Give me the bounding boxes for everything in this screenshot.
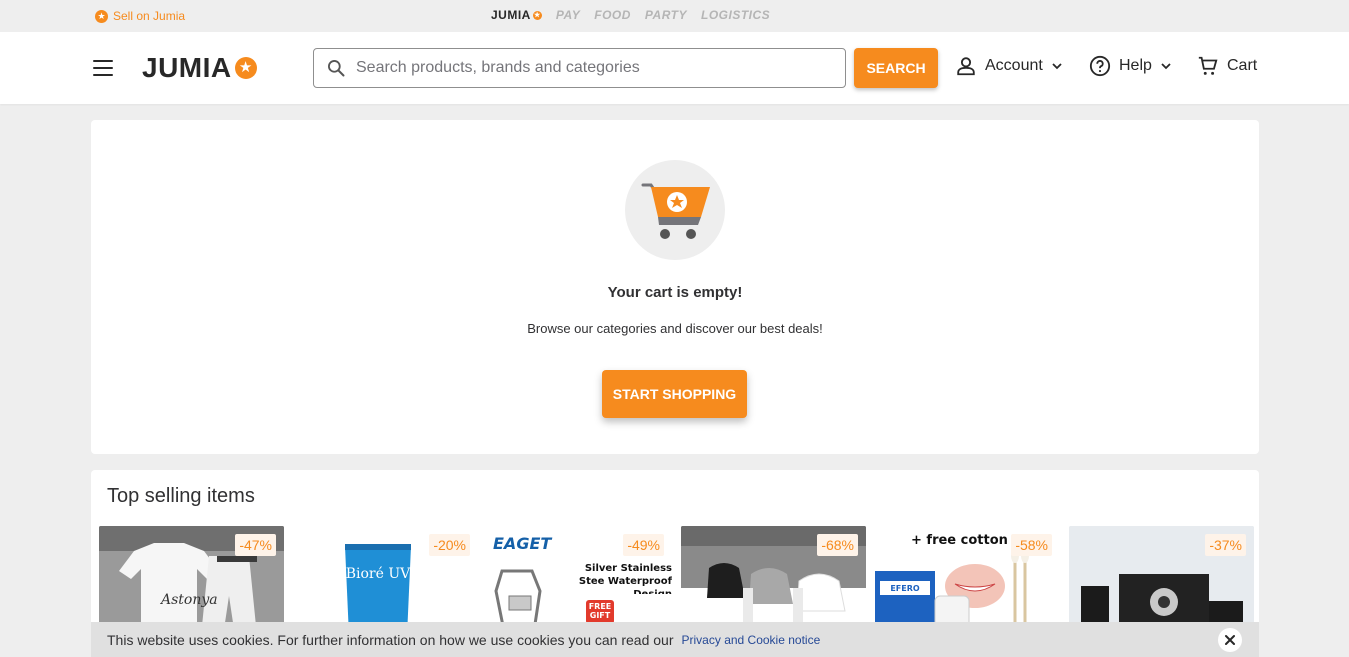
brand-food-label: FOOD — [594, 8, 631, 22]
chevron-down-icon — [1161, 63, 1171, 70]
empty-cart-illustration — [625, 160, 725, 260]
brand-links: JUMIA ★ PAY FOOD PARTY LOGISTICS — [491, 8, 770, 22]
discount-badge: -49% — [623, 534, 664, 556]
product-brand: EAGET — [493, 534, 552, 553]
product-card[interactable]: EAGET Silver Stainless Stee Waterproof D… — [487, 526, 672, 636]
search-icon — [328, 59, 345, 77]
discount-badge: -20% — [429, 534, 470, 556]
logo-text: JUMIA — [142, 52, 232, 83]
discount-badge: -37% — [1205, 534, 1246, 556]
search-box — [313, 48, 846, 88]
brand-food[interactable]: FOOD — [594, 8, 631, 22]
discount-badge: -68% — [817, 534, 858, 556]
search-button[interactable]: SEARCH — [854, 48, 938, 88]
help-label: Help — [1119, 57, 1152, 74]
section-title: Top selling items — [107, 485, 255, 507]
brand-party-label: PARTY — [644, 8, 687, 22]
discount-badge: -58% — [1011, 534, 1052, 556]
chevron-down-icon — [1052, 63, 1062, 70]
account-label: Account — [985, 57, 1043, 74]
brand-logistics-label: LOGISTICS — [700, 8, 771, 22]
search-input[interactable] — [356, 59, 836, 77]
brand-pay[interactable]: PAY — [556, 8, 580, 22]
star-icon: ★ — [532, 10, 542, 20]
product-card[interactable]: -37% — [1069, 526, 1254, 636]
star-icon: ★ — [234, 57, 257, 79]
menu-icon[interactable] — [93, 60, 113, 76]
brand-party[interactable]: PARTY — [645, 8, 687, 22]
star-icon: ★ — [95, 9, 108, 23]
empty-cart-card: Your cart is empty! Browse our categorie… — [91, 120, 1259, 454]
brand-jumia-label: JUMIA — [491, 8, 531, 22]
empty-cart-subtitle: Browse our categories and discover our b… — [527, 321, 823, 336]
brand-jumia[interactable]: JUMIA ★ — [491, 8, 542, 22]
sell-label: Sell on Jumia — [113, 9, 186, 23]
empty-cart-icon — [641, 183, 710, 239]
product-image-text: Astonya — [159, 592, 218, 608]
product-card[interactable]: -68% — [681, 526, 866, 636]
user-icon — [957, 57, 975, 76]
cart-icon — [1198, 56, 1218, 75]
cookie-banner: This website uses cookies. For further i… — [91, 622, 1259, 657]
cookie-text: This website uses cookies. For further i… — [107, 631, 674, 648]
empty-cart-title: Your cart is empty! — [607, 284, 743, 301]
cart-label: Cart — [1227, 57, 1258, 74]
help-menu[interactable]: Help — [1089, 55, 1172, 77]
product-caption: Silver Stainless Stee Waterproof Design — [578, 563, 672, 594]
privacy-cookie-link[interactable]: Privacy and Cookie notice — [682, 633, 821, 647]
jumia-logo[interactable]: JUMIA ★ — [142, 52, 257, 84]
product-card[interactable]: Astonya -47% — [99, 526, 284, 636]
header: JUMIA ★ SEARCH Account Help Cart — [0, 32, 1349, 104]
product-brand: EFERO — [890, 584, 920, 593]
top-strip: ★ Sell on Jumia JUMIA ★ PAY FOOD PARTY LO… — [0, 0, 1349, 32]
product-image-text: Bioré UV — [346, 566, 411, 582]
brand-pay-label: PAY — [555, 8, 581, 22]
free-gift-badge: FREE GIFT — [588, 602, 612, 620]
discount-badge: -47% — [235, 534, 276, 556]
close-icon — [1225, 635, 1235, 645]
product-card[interactable]: Bioré UV -20% — [293, 526, 478, 636]
product-card[interactable]: + free cotton bu EFERO -58% — [875, 526, 1060, 636]
start-shopping-button[interactable]: START SHOPPING — [602, 370, 747, 418]
account-menu[interactable]: Account — [955, 55, 1063, 77]
close-cookie-button[interactable] — [1218, 628, 1242, 652]
cart-link[interactable]: Cart — [1197, 55, 1257, 77]
brand-logistics[interactable]: LOGISTICS — [701, 8, 770, 22]
sell-on-jumia-link[interactable]: ★ Sell on Jumia — [95, 9, 185, 23]
help-icon — [1089, 55, 1111, 77]
product-carousel: Astonya -47% Bioré UV -20% EAGET Silver … — [99, 526, 1254, 636]
